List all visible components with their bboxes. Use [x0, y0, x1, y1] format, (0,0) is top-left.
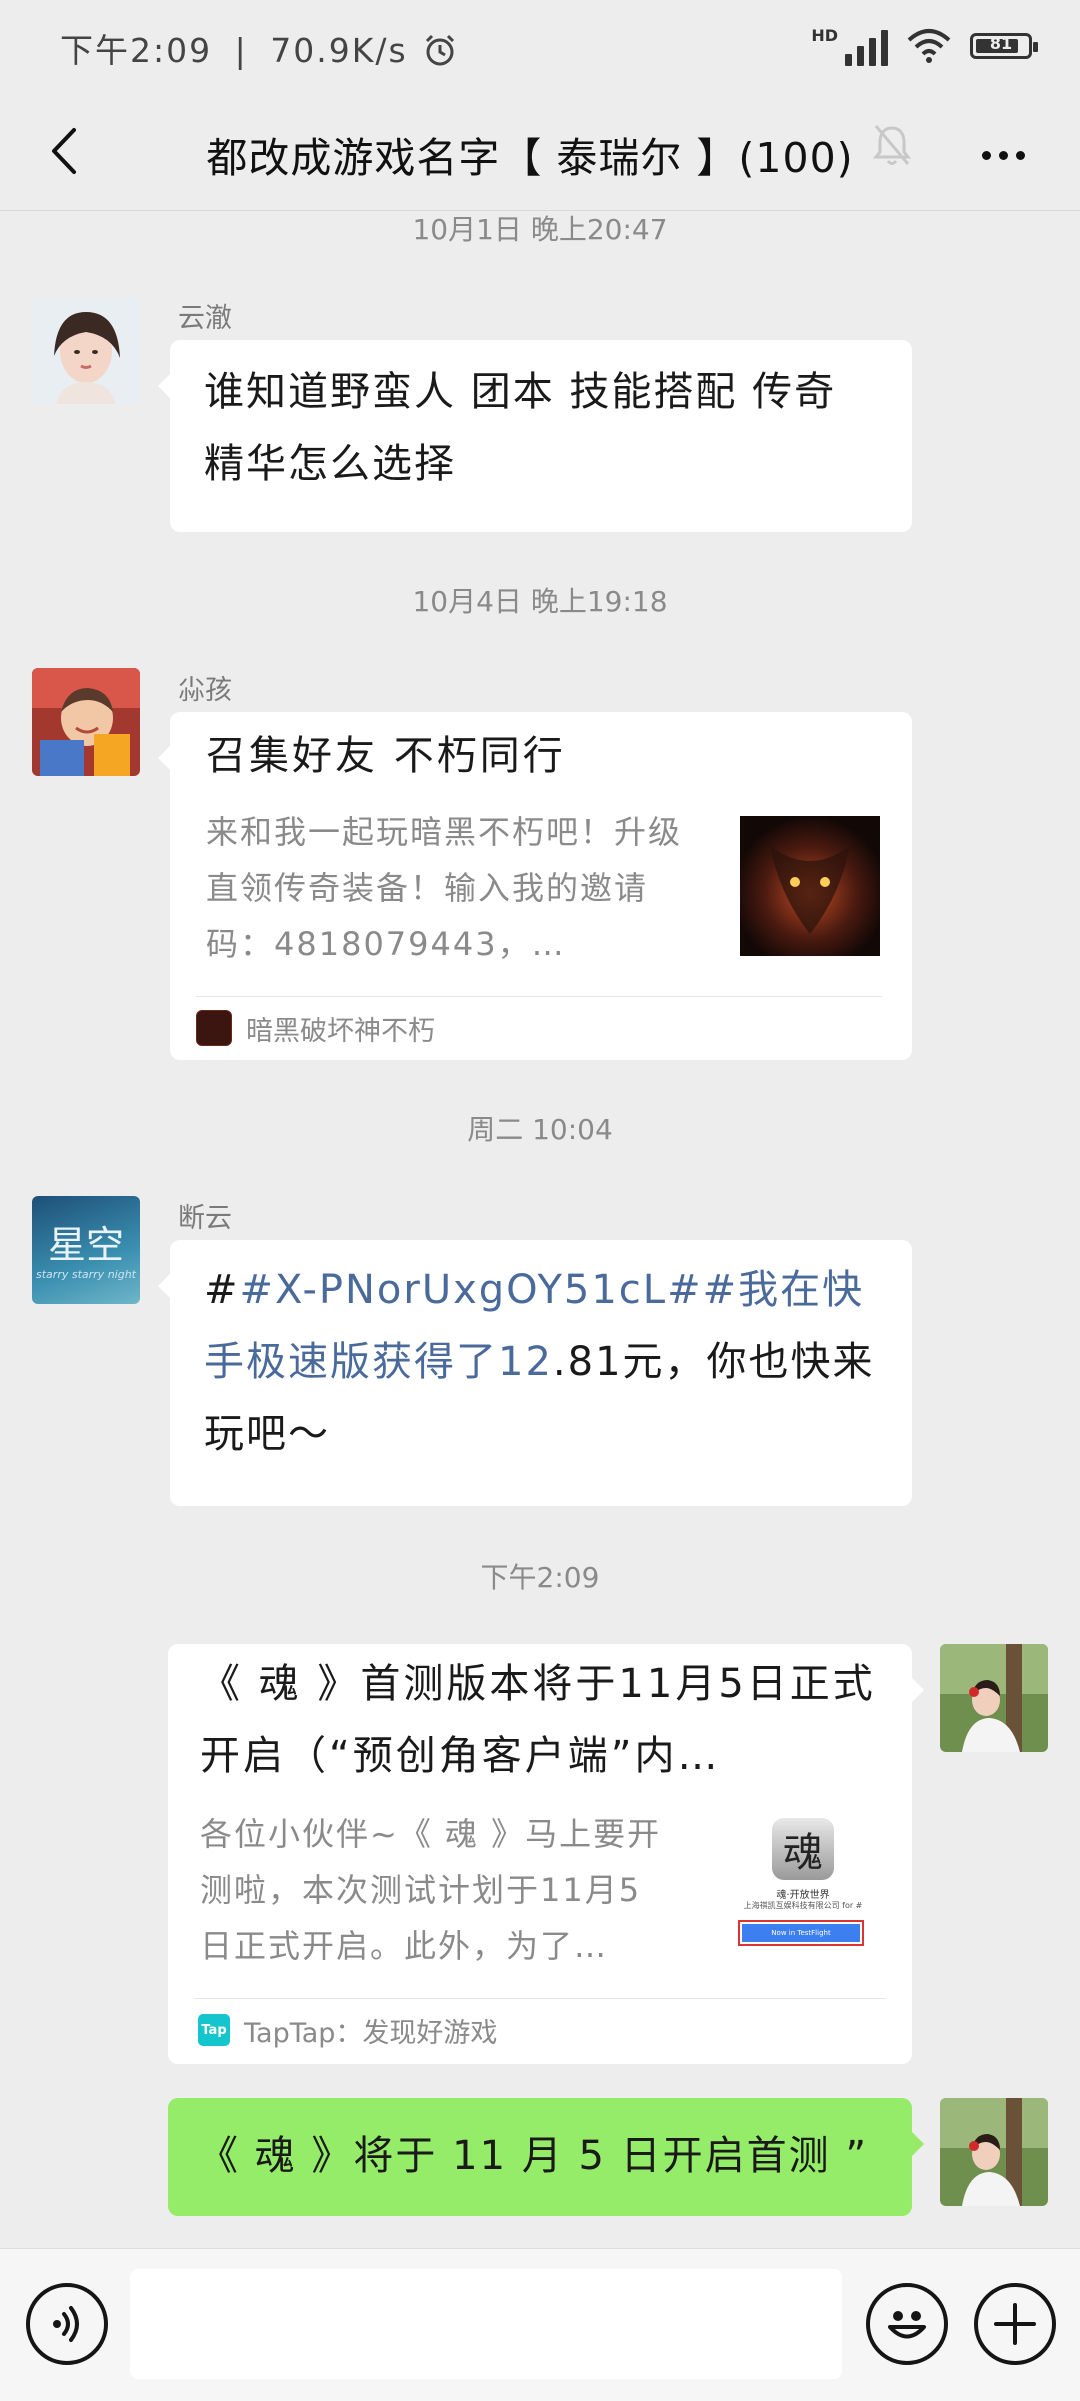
more-dots-icon — [981, 150, 991, 160]
card-description: 来和我一起玩暗黑不朽吧！升级直领传奇装备！输入我的邀请码：4818079443，… — [206, 813, 683, 963]
message-text: 《 魂 》将于 11 月 5 日开启首测 ” — [198, 2133, 869, 2179]
sender-name: 断云 — [178, 1203, 232, 1234]
battery-icon: 81 — [970, 33, 1038, 59]
plus-icon — [994, 2303, 1036, 2345]
status-bar: 下午2:09 | 70.9K/s HD 81 — [0, 0, 1080, 96]
avatar-image — [32, 296, 140, 404]
emoji-button[interactable] — [866, 2283, 948, 2365]
avatar[interactable] — [32, 668, 140, 776]
network-speed: 70.9K/s — [270, 31, 408, 70]
avatar[interactable] — [32, 296, 140, 404]
avatar[interactable]: 星空 starry starry night — [32, 1196, 140, 1304]
hash-prefix: # — [204, 1267, 240, 1313]
my-avatar[interactable] — [940, 1644, 1048, 1752]
chevron-left-icon — [52, 128, 76, 174]
avatar-text: 星空 — [47, 1223, 124, 1267]
message-text: 谁知道野蛮人 团本 技能搭配 传奇精华怎么选择 — [204, 369, 837, 487]
message-bubble[interactable]: 《 魂 》将于 11 月 5 日开启首测 ” — [168, 2098, 924, 2216]
wifi-icon — [907, 29, 951, 63]
sender-name: 尛孩 — [178, 675, 232, 706]
avatar-image — [940, 2098, 1048, 2206]
status-left: 下午2:09 | 70.9K/s — [60, 24, 458, 72]
link-card[interactable]: 《 魂 》首测版本将于11月5日正式开启（“预创角客户端”内… 各位小伙伴~《 … — [168, 1644, 924, 2064]
hashtag-link[interactable]: #X-PNorUxgOY51cL# — [240, 1267, 703, 1313]
timestamp: 10月4日 晚上19:18 — [412, 585, 668, 618]
timestamp: 周二 10:04 — [467, 1113, 613, 1146]
link-card[interactable]: 召集好友 不朽同行 来和我一起玩暗黑不朽吧！升级直领传奇装备！输入我的邀请码：4… — [158, 712, 912, 1060]
message-bubble[interactable]: ##X-PNorUxgOY51cL##我在快手极速版获得了12.81元，你也快来… — [158, 1240, 912, 1506]
app-icon-glyph: 魂 — [783, 1830, 823, 1876]
card-divider — [194, 1998, 886, 1999]
card-source: 暗黑破坏神不朽 — [246, 1015, 435, 1047]
avatar-subtext: starry starry night — [36, 1268, 136, 1281]
alarm-icon — [426, 34, 455, 66]
timestamp: 下午2:09 — [480, 1561, 600, 1594]
my-avatar[interactable] — [940, 2098, 1048, 2206]
card-source: TapTap：发现好游戏 — [244, 2017, 498, 2049]
card-footer: Tap TapTap：发现好游戏 — [198, 2008, 497, 2052]
card-thumbnail: 魂 魂·开放世界 上海祺凯互娱科技有限公司 for # Now in TestF… — [728, 1814, 878, 1964]
emoji-icon — [888, 2311, 926, 2339]
back-button[interactable] — [28, 116, 98, 186]
network-type: HD — [811, 26, 838, 45]
card-footer: 暗黑破坏神不朽 — [196, 1008, 435, 1048]
card-divider — [196, 996, 882, 997]
voice-button[interactable] — [26, 2283, 108, 2365]
app-icon: 魂 — [772, 1818, 834, 1880]
message-bubble[interactable]: 谁知道野蛮人 团本 技能搭配 传奇精华怎么选择 — [158, 340, 912, 532]
taptap-icon: Tap — [198, 2014, 230, 2046]
voice-icon — [53, 2306, 79, 2342]
thumb-subtitle: 魂·开放世界 — [776, 1890, 830, 1901]
avatar-image — [940, 1644, 1048, 1752]
chat-header: 都改成游戏名字【 泰瑞尔 】(100) — [0, 96, 1080, 211]
thumb-button-frame: Now in TestFlight — [738, 1920, 864, 1946]
card-description: 各位小伙伴~《 魂 》马上要开测啦，本次测试计划于11月5日正式开启。此外，为了… — [200, 1815, 662, 1965]
message-text: ##X-PNorUxgOY51cL##我在快手极速版获得了12.81元，你也快来… — [204, 1254, 878, 1470]
card-thumbnail — [740, 816, 880, 956]
battery-level: 81 — [989, 34, 1013, 53]
more-button[interactable] — [968, 120, 1038, 190]
bell-off-icon — [872, 125, 912, 165]
card-title: 《 魂 》首测版本将于11月5日正式开启（“预创角客户端”内… — [200, 1661, 876, 1779]
status-right: HD 81 — [811, 26, 1038, 66]
status-time: 下午2:09 — [60, 31, 213, 70]
signal-icon: HD — [811, 26, 888, 66]
game-icon — [196, 1010, 232, 1046]
card-title: 召集好友 不朽同行 — [206, 733, 566, 779]
plus-button[interactable] — [974, 2283, 1056, 2365]
input-bar — [0, 2248, 1080, 2401]
timestamp: 10月1日 晚上20:47 — [412, 213, 668, 246]
chat-title[interactable]: 都改成游戏名字【 泰瑞尔 】(100) — [150, 124, 910, 184]
message-input[interactable] — [130, 2269, 842, 2379]
thumb-company: 上海祺凯互娱科技有限公司 for # — [743, 1901, 863, 1910]
sender-name: 云澈 — [178, 303, 232, 334]
avatar-image — [32, 668, 140, 776]
thumb-button: Now in TestFlight — [742, 1924, 860, 1942]
